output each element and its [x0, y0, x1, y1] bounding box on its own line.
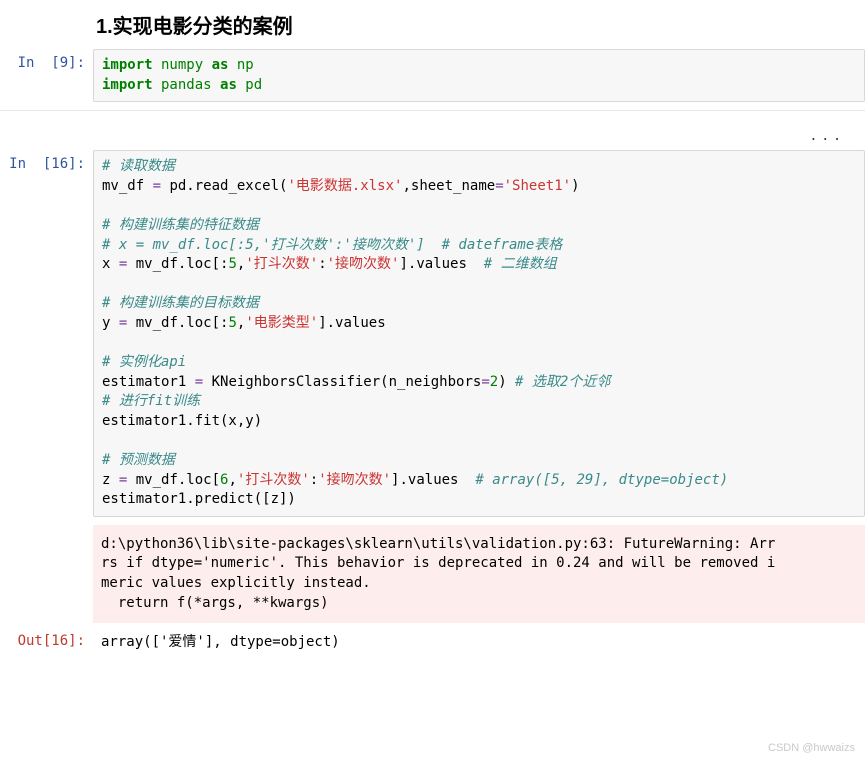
- comment: # 实例化api: [102, 354, 186, 370]
- operator: =: [153, 178, 161, 194]
- string: '电影数据.xlsx': [287, 178, 402, 194]
- operator: =: [495, 178, 503, 194]
- code: mv_df.loc[: [127, 472, 220, 488]
- collapsed-indicator: ...: [0, 123, 865, 150]
- operator: =: [195, 374, 203, 390]
- code: KNeighborsClassifier(n_neighbors: [203, 374, 481, 390]
- stderr-line: d:\python36\lib\site-packages\sklearn\ut…: [101, 536, 775, 552]
- comment: # 进行fit训练: [102, 393, 200, 409]
- module: pandas: [153, 77, 220, 93]
- output-prompt: Out[16]:: [0, 627, 93, 649]
- operator: =: [481, 374, 489, 390]
- code: ].values: [318, 315, 385, 331]
- keyword: import: [102, 77, 153, 93]
- code: estimator1: [102, 374, 195, 390]
- string: '接吻次数': [327, 256, 400, 272]
- string: '接吻次数': [318, 472, 391, 488]
- keyword: as: [212, 57, 229, 73]
- code: ].values: [399, 256, 483, 272]
- code: x: [102, 256, 119, 272]
- string: '打斗次数': [237, 472, 310, 488]
- code: estimator1.predict([z]): [102, 491, 296, 507]
- input-prompt: In [9]:: [0, 49, 93, 71]
- comment: # 构建训练集的特征数据: [102, 217, 259, 233]
- comment: # 预测数据: [102, 452, 175, 468]
- stderr-line: meric values explicitly instead.: [101, 575, 371, 591]
- string: 'Sheet1': [504, 178, 571, 194]
- code: pd.read_excel(: [161, 178, 287, 194]
- code: ,: [228, 472, 236, 488]
- code-input[interactable]: import numpy as np import pandas as pd: [93, 49, 865, 102]
- code: ): [498, 374, 515, 390]
- code: mv_df: [102, 178, 153, 194]
- string: '电影类型': [245, 315, 318, 331]
- comment: # 选取2个近邻: [515, 374, 610, 390]
- code: estimator1.fit(x,y): [102, 413, 262, 429]
- comment: # 读取数据: [102, 158, 175, 174]
- module: numpy: [153, 57, 212, 73]
- keyword: as: [220, 77, 237, 93]
- code: ,sheet_name: [402, 178, 495, 194]
- comment: # 二维数组: [484, 256, 557, 272]
- number: 2: [490, 374, 498, 390]
- code: y: [102, 315, 119, 331]
- watermark: CSDN @hwwaizs: [768, 742, 855, 754]
- alias: pd: [237, 77, 262, 93]
- code-cell-9: In [9]: import numpy as np import pandas…: [0, 49, 865, 102]
- code: :: [310, 472, 318, 488]
- section-title: 1.实现电影分类的案例: [0, 0, 865, 49]
- number: 5: [228, 315, 236, 331]
- code: ): [571, 178, 579, 194]
- code: mv_df.loc[:: [127, 315, 228, 331]
- divider: [0, 110, 865, 111]
- stderr-line: rs if dtype='numeric'. This behavior is …: [101, 555, 775, 571]
- code: :: [318, 256, 326, 272]
- string: '打斗次数': [245, 256, 318, 272]
- output-text: array(['爱情'], dtype=object): [93, 627, 865, 659]
- number: 5: [228, 256, 236, 272]
- code: mv_df.loc[:: [127, 256, 228, 272]
- code: z: [102, 472, 119, 488]
- comment: # array([5, 29], dtype=object): [475, 472, 728, 488]
- keyword: import: [102, 57, 153, 73]
- alias: np: [228, 57, 253, 73]
- output-cell-16: Out[16]: array(['爱情'], dtype=object): [0, 627, 865, 659]
- input-prompt: In [16]:: [0, 150, 93, 172]
- stderr-output: d:\python36\lib\site-packages\sklearn\ut…: [93, 525, 865, 623]
- stderr-line: return f(*args, **kwargs): [101, 595, 329, 611]
- code-input[interactable]: # 读取数据 mv_df = pd.read_excel('电影数据.xlsx'…: [93, 150, 865, 517]
- code: ].values: [391, 472, 475, 488]
- comment: # 构建训练集的目标数据: [102, 295, 259, 311]
- comment: # x = mv_df.loc[:5,'打斗次数':'接吻次数'] # date…: [102, 237, 562, 253]
- code-cell-16: In [16]: # 读取数据 mv_df = pd.read_excel('电…: [0, 150, 865, 517]
